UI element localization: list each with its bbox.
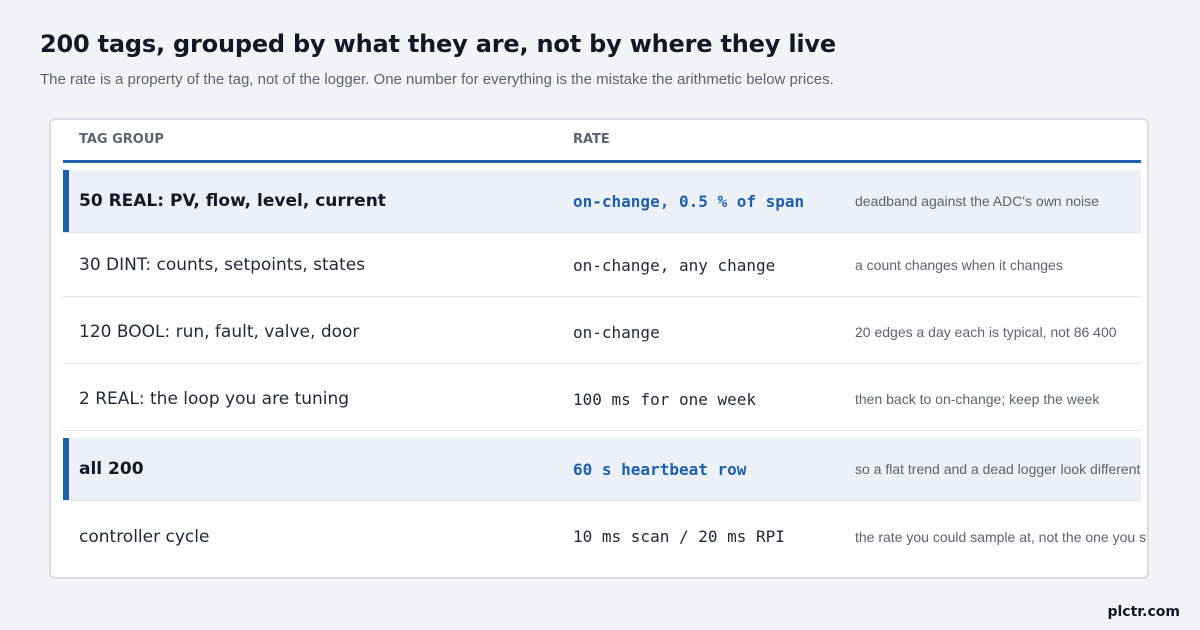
cell-tag-group: 120 BOOL: run, fault, valve, door xyxy=(79,322,360,342)
brand-logo-text: plctr.com xyxy=(1107,604,1180,620)
tag-rate-table: TAG GROUP RATE 50 REAL: PV, flow, level,… xyxy=(49,118,1149,579)
table-row: all 200 60 s heartbeat row so a flat tre… xyxy=(63,438,1141,501)
cell-note: then back to on-change; keep the week xyxy=(855,391,1100,407)
cell-rate: on-change xyxy=(573,322,660,342)
page-subtitle: The rate is a property of the tag, not o… xyxy=(40,71,834,88)
cell-note: so a flat trend and a dead logger look d… xyxy=(855,461,1141,477)
cell-tag-group: 50 REAL: PV, flow, level, current xyxy=(79,191,386,211)
cell-note: 20 edges a day each is typical, not 86 4… xyxy=(855,324,1117,340)
cell-tag-group: controller cycle xyxy=(79,526,210,547)
cell-rate: 100 ms for one week xyxy=(573,389,757,409)
cell-tag-group: 30 DINT: counts, setpoints, states xyxy=(79,255,366,275)
cell-tag-group: 2 REAL: the loop you are tuning xyxy=(79,389,350,409)
header-rate: RATE xyxy=(573,132,610,147)
cell-note: the rate you could sample at, not the on… xyxy=(855,528,1149,545)
table-row: controller cycle 10 ms scan / 20 ms RPI … xyxy=(63,505,1147,568)
table-header: TAG GROUP RATE xyxy=(63,120,1141,163)
cell-rate: on-change, any change xyxy=(573,255,776,275)
header-tag-group: TAG GROUP xyxy=(79,132,164,147)
table-row: 30 DINT: counts, setpoints, states on-ch… xyxy=(63,234,1141,297)
cell-rate: 60 s heartbeat row xyxy=(573,459,747,479)
table-row: 120 BOOL: run, fault, valve, door on-cha… xyxy=(63,301,1141,364)
table-row: 2 REAL: the loop you are tuning 100 ms f… xyxy=(63,368,1141,431)
page-title: 200 tags, grouped by what they are, not … xyxy=(40,30,836,58)
highlight-bar xyxy=(63,438,69,500)
cell-note: a count changes when it changes xyxy=(855,257,1063,273)
table-row: 50 REAL: PV, flow, level, current on-cha… xyxy=(63,170,1141,233)
cell-note: deadband against the ADC's own noise xyxy=(855,193,1099,209)
cell-tag-group: all 200 xyxy=(79,459,144,479)
highlight-bar xyxy=(63,170,69,232)
cell-rate: 10 ms scan / 20 ms RPI xyxy=(573,527,785,546)
cell-rate: on-change, 0.5 % of span xyxy=(573,191,805,211)
